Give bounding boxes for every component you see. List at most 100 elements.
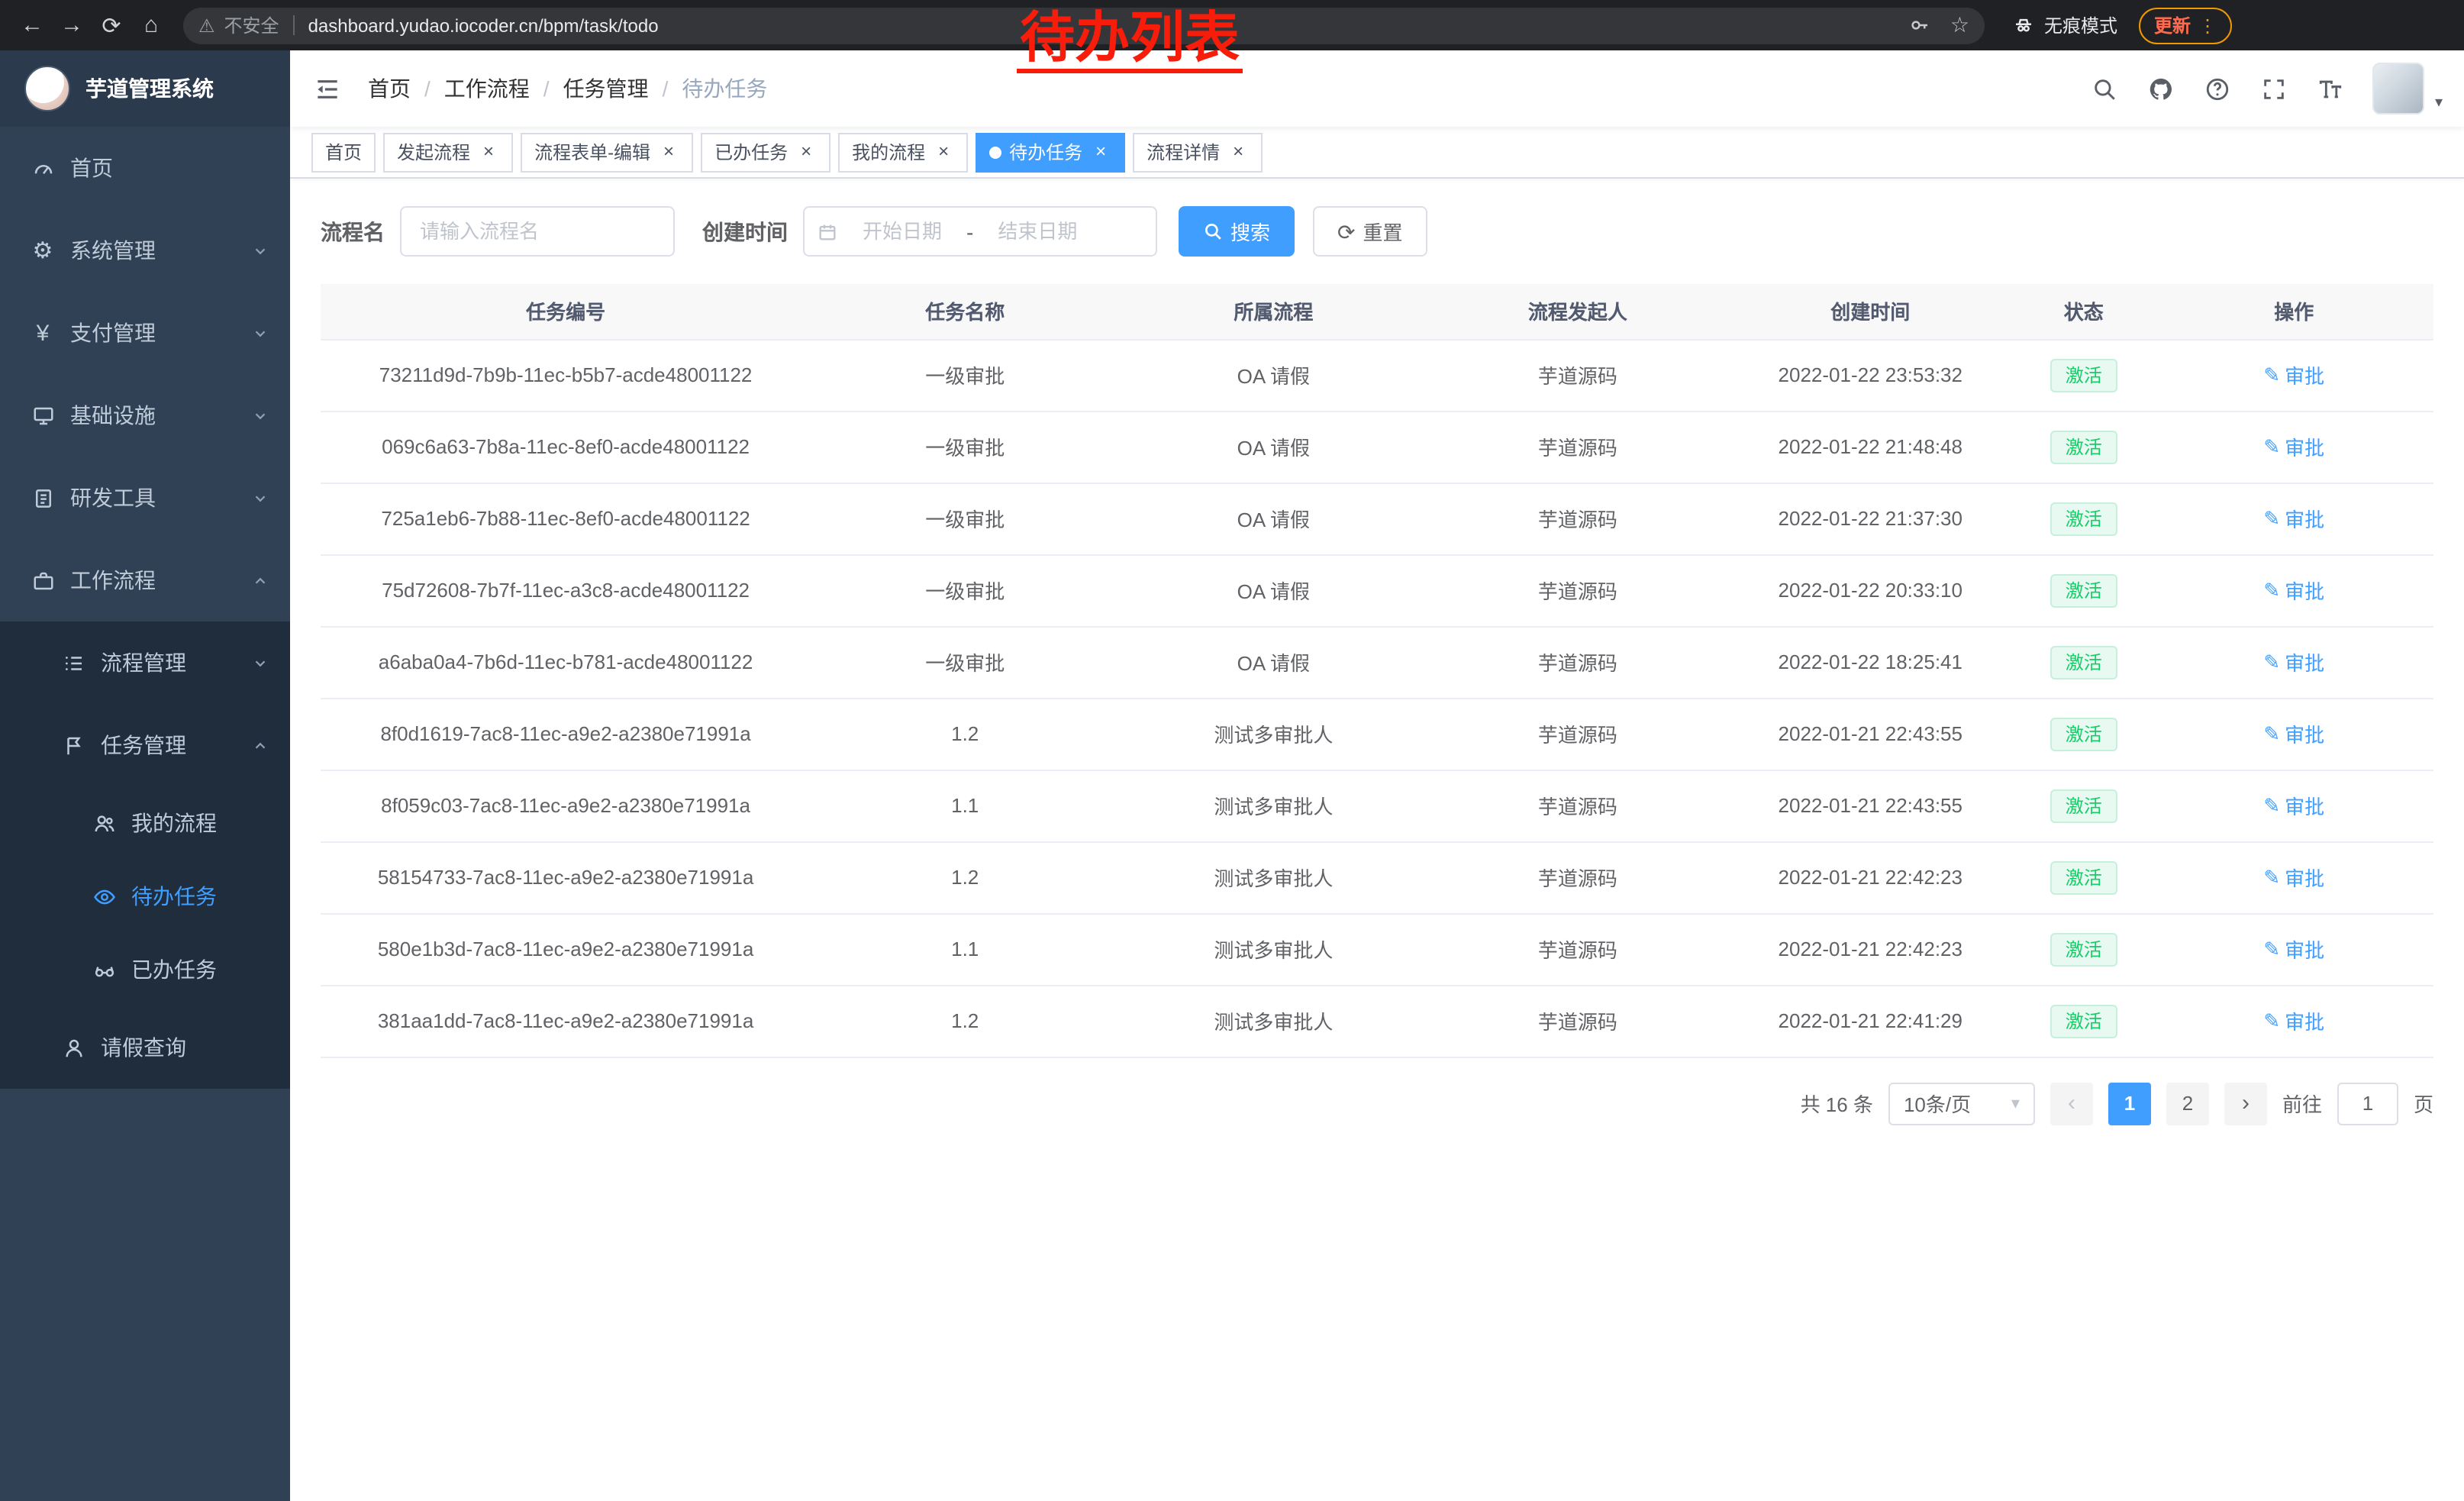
breadcrumb-item-home[interactable]: 首页 [368, 73, 411, 104]
table-row: 381aa1dd-7ac8-11ec-a9e2-a2380e71991a 1.2… [321, 985, 2433, 1057]
approve-link[interactable]: ✎审批 [2263, 360, 2324, 389]
password-key-icon[interactable] [1909, 14, 1932, 37]
incognito-label: 无痕模式 [2044, 12, 2117, 38]
screen: ← → ⟳ ⌂ ⚠ 不安全 dashboard.yudao.iocoder.cn… [0, 0, 2464, 1501]
sidebar-collapse-icon[interactable] [290, 74, 365, 103]
browser-toolbar: ← → ⟳ ⌂ ⚠ 不安全 dashboard.yudao.iocoder.cn… [0, 0, 2464, 50]
cell-task-id: 725a1eb6-7b88-11ec-8ef0-acde48001122 [321, 483, 811, 554]
sidebar-item-workflow[interactable]: 工作流程 [0, 539, 290, 621]
edit-icon: ✎ [2263, 793, 2280, 818]
cell-task-id: 58154733-7ac8-11ec-a9e2-a2380e71991a [321, 841, 811, 913]
cell-process: 测试多审批人 [1119, 841, 1427, 913]
cell-initiator: 芋道源码 [1427, 913, 1727, 985]
end-date-input[interactable] [979, 220, 1095, 243]
sidebar-item-system-mgmt[interactable]: ⚙ 系统管理 [0, 209, 290, 292]
sidebar-item-process-mgmt[interactable]: 流程管理 [0, 621, 290, 704]
home-icon[interactable]: ⌂ [131, 5, 171, 45]
sidebar-item-task-mgmt[interactable]: 任务管理 [0, 704, 290, 786]
cell-process: 测试多审批人 [1119, 770, 1427, 841]
search-icon[interactable] [2090, 73, 2121, 104]
approve-link[interactable]: ✎审批 [2263, 934, 2324, 964]
approve-link[interactable]: ✎审批 [2263, 504, 2324, 533]
fullscreen-icon[interactable] [2259, 73, 2290, 104]
sidebar-item-my-process[interactable]: 我的流程 [0, 786, 290, 860]
close-icon[interactable]: × [795, 141, 817, 163]
approve-link[interactable]: ✎审批 [2263, 791, 2324, 820]
cell-status: 激活 [2013, 985, 2154, 1057]
sidebar-item-home[interactable]: 首页 [0, 127, 290, 209]
list-icon [61, 650, 85, 675]
sidebar-item-done-tasks[interactable]: 已办任务 [0, 933, 290, 1006]
chevron-down-icon [250, 324, 269, 342]
approve-link[interactable]: ✎审批 [2263, 719, 2324, 748]
tab-todo-tasks[interactable]: 待办任务 × [976, 132, 1125, 172]
approve-link[interactable]: ✎审批 [2263, 1006, 2324, 1035]
address-bar[interactable]: ⚠ 不安全 dashboard.yudao.iocoder.cn/bpm/tas… [183, 7, 1985, 44]
cell-task-name: 1.1 [811, 770, 1119, 841]
cell-action: ✎审批 [2155, 698, 2433, 770]
approve-link[interactable]: ✎审批 [2263, 576, 2324, 605]
sidebar-item-todo-tasks[interactable]: 待办任务 [0, 860, 290, 933]
cell-process: OA 请假 [1119, 626, 1427, 698]
status-badge: 激活 [2050, 358, 2117, 392]
edit-icon: ✎ [2263, 506, 2280, 531]
cell-task-id: 8f059c03-7ac8-11ec-a9e2-a2380e71991a [321, 770, 811, 841]
tab-process-detail[interactable]: 流程详情 × [1133, 132, 1263, 172]
prev-page-button[interactable]: ‹ [2050, 1082, 2093, 1125]
edit-icon: ✎ [2263, 434, 2280, 459]
page-size-select[interactable]: 10条/页 ▾ [1888, 1082, 2035, 1125]
url-text[interactable]: dashboard.yudao.iocoder.cn/bpm/task/todo [308, 15, 659, 36]
close-icon[interactable]: × [933, 141, 954, 163]
date-range-picker[interactable]: - [803, 206, 1157, 257]
edit-icon: ✎ [2263, 650, 2280, 674]
cell-initiator: 芋道源码 [1427, 554, 1727, 626]
font-size-icon[interactable] [2316, 73, 2346, 104]
close-icon[interactable]: × [1227, 141, 1249, 163]
reload-icon[interactable]: ⟳ [92, 5, 131, 45]
process-name-input[interactable] [400, 206, 675, 257]
help-icon[interactable] [2203, 73, 2233, 104]
close-icon[interactable]: × [478, 141, 499, 163]
caret-down-icon[interactable]: ▾ [2435, 95, 2443, 115]
column-header-initiator: 流程发起人 [1427, 284, 1727, 339]
approve-label: 审批 [2285, 791, 2324, 820]
close-icon[interactable]: × [658, 141, 679, 163]
tab-process-form-edit[interactable]: 流程表单-编辑 × [521, 132, 693, 172]
back-icon[interactable]: ← [12, 5, 52, 45]
briefcase-icon [31, 568, 55, 592]
tab-home[interactable]: 首页 [311, 132, 376, 172]
github-icon[interactable] [2146, 73, 2177, 104]
page-button-2[interactable]: 2 [2166, 1082, 2209, 1125]
approve-link[interactable]: ✎审批 [2263, 647, 2324, 676]
sidebar-item-infrastructure[interactable]: 基础设施 [0, 374, 290, 457]
breadcrumb-item-workflow[interactable]: 工作流程 [444, 73, 530, 104]
pagination: 共 16 条 10条/页 ▾ ‹ 1 2 › 前往 页 [321, 1082, 2433, 1155]
breadcrumb: 首页 / 工作流程 / 任务管理 / 待办任务 [368, 73, 767, 104]
edit-icon: ✎ [2263, 578, 2280, 602]
tab-start-process[interactable]: 发起流程 × [383, 132, 513, 172]
approve-link[interactable]: ✎审批 [2263, 863, 2324, 892]
forward-icon[interactable]: → [52, 5, 92, 45]
cell-created: 2022-01-21 22:42:23 [1727, 913, 2013, 985]
update-menu-button[interactable]: 更新 ⋮ [2139, 7, 2232, 44]
cell-task-id: 8f0d1619-7ac8-11ec-a9e2-a2380e71991a [321, 698, 811, 770]
sidebar-item-leave-query[interactable]: 请假查询 [0, 1006, 290, 1089]
bookmark-star-icon[interactable]: ☆ [1950, 12, 1969, 38]
sidebar-item-dev-tools[interactable]: 研发工具 [0, 457, 290, 539]
search-button[interactable]: 搜索 [1179, 206, 1295, 257]
close-icon[interactable]: × [1090, 141, 1111, 163]
chevron-down-icon [250, 654, 269, 672]
sidebar-item-payment-mgmt[interactable]: ¥ 支付管理 [0, 292, 290, 374]
page-button-1[interactable]: 1 [2108, 1082, 2151, 1125]
user-avatar[interactable] [2372, 63, 2424, 115]
start-date-input[interactable] [844, 220, 960, 243]
next-page-button[interactable]: › [2224, 1082, 2267, 1125]
sidebar-item-label: 首页 [70, 153, 269, 183]
goto-page-input[interactable] [2337, 1082, 2398, 1125]
reset-button[interactable]: ⟳ 重置 [1313, 206, 1427, 257]
approve-link[interactable]: ✎审批 [2263, 432, 2324, 461]
breadcrumb-item-task-mgmt[interactable]: 任务管理 [563, 73, 649, 104]
tab-done-tasks[interactable]: 已办任务 × [701, 132, 830, 172]
tab-my-process[interactable]: 我的流程 × [838, 132, 968, 172]
security-label[interactable]: 不安全 [224, 12, 279, 38]
